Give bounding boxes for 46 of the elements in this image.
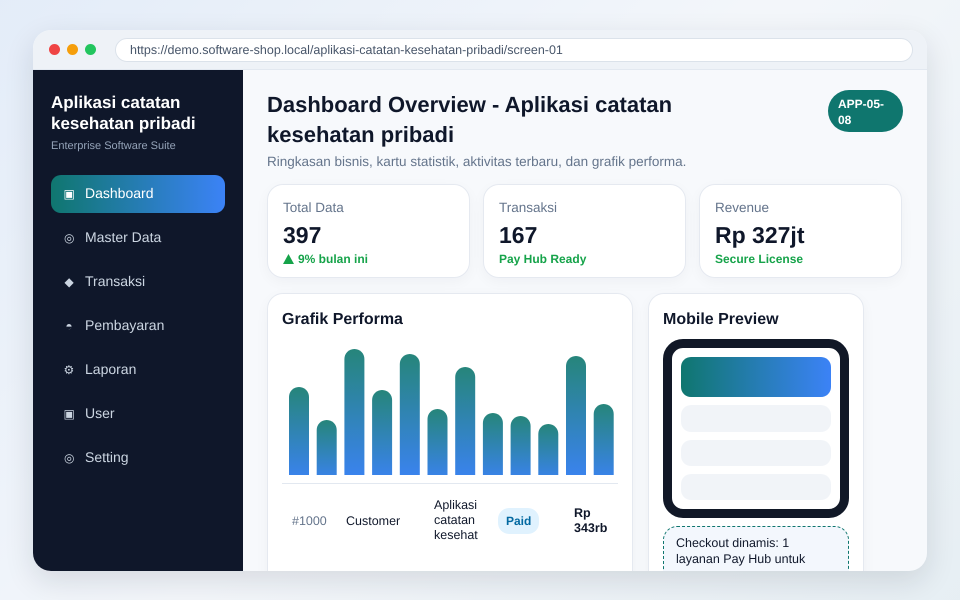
- nav-item[interactable]: ◓ Pembayaran: [51, 306, 225, 344]
- stat-value: 167: [499, 221, 538, 250]
- card-title: Grafik Performa: [282, 310, 404, 330]
- nav-item[interactable]: ◎ Master Data: [51, 218, 225, 256]
- nav-icon: ◎: [63, 448, 75, 466]
- nav-item[interactable]: ▣ User: [51, 394, 225, 432]
- app-subtitle: Enterprise Software Suite: [51, 139, 177, 154]
- chart-bar: [538, 424, 558, 476]
- chart-bar: [594, 404, 614, 476]
- status-badge: Paid: [498, 508, 540, 534]
- nav-item[interactable]: ◎ Setting: [51, 438, 225, 476]
- nav-item[interactable]: ▣ Dashboard: [51, 174, 225, 212]
- nav-icon: ▣: [63, 184, 75, 202]
- app-title: Aplikasi catatan kesehatan pribadi: [51, 92, 197, 134]
- nav-icon: ◓: [63, 316, 75, 334]
- stat-value: Rp 327jt: [715, 221, 806, 250]
- checkout-note: Checkout dinamis: 1 layanan Pay Hub untuk: [663, 526, 849, 571]
- maximize-dot-icon[interactable]: [85, 44, 96, 55]
- page-title: Dashboard Overview - Aplikasi catatan kesehatan pribadi: [267, 91, 674, 149]
- app-code-badge: APP-05-08: [828, 90, 903, 132]
- minimize-dot-icon[interactable]: [67, 44, 78, 55]
- card-title: Mobile Preview: [663, 310, 780, 330]
- stat-note: 9% bulan ini: [298, 251, 368, 268]
- product-name: Aplikasi catatan kesehat: [434, 498, 479, 544]
- chart-bar: [482, 413, 503, 476]
- nav-item[interactable]: ◆ Transaksi: [51, 262, 225, 300]
- nav-icon: ◆: [63, 272, 75, 290]
- nav-icon: ◎: [63, 228, 75, 246]
- page-subtitle: Ringkasan bisnis, kartu statistik, aktivitas terbaru, dan grafik performa.: [267, 153, 688, 171]
- close-dot-icon[interactable]: [49, 44, 60, 55]
- amount: Rp 343rb: [574, 506, 608, 536]
- stat-label: Transaksi: [499, 199, 558, 216]
- chart-bar: [428, 409, 448, 476]
- address-bar[interactable]: https://demo.software-shop.local/aplikasi-catatan-kesehatan-pribadi/screen-01: [115, 38, 913, 62]
- chart-bar: [316, 420, 337, 476]
- nav-icon: ▣: [63, 404, 75, 422]
- nav-icon: ⚙: [63, 360, 75, 378]
- stat-label: Total Data: [283, 199, 345, 216]
- stat-note: Pay Hub Ready: [499, 251, 586, 268]
- stat-label: Revenue: [715, 199, 770, 216]
- nav-item[interactable]: ⚙ Laporan: [51, 350, 225, 388]
- stat-value: 397: [283, 221, 322, 250]
- chart-bar: [510, 416, 531, 476]
- customer-name: Customer: [346, 512, 402, 530]
- stat-note: Secure License: [715, 251, 804, 268]
- order-id: #1000: [291, 512, 328, 530]
